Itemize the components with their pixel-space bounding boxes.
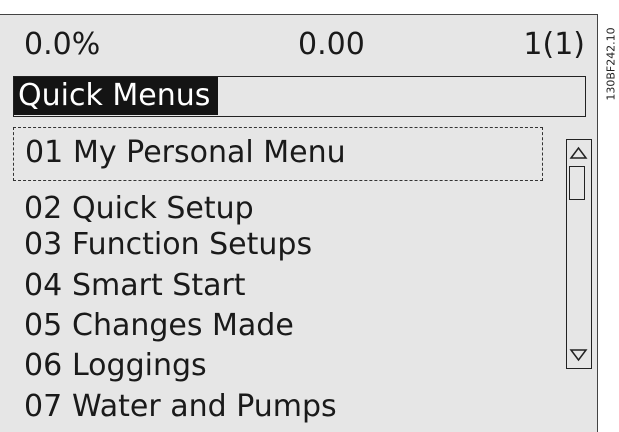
menu-item-function-setups[interactable]: 03 Function Setups <box>24 225 312 265</box>
status-percent: 0.0% <box>24 27 101 62</box>
menu-item-label: My Personal Menu <box>73 135 346 170</box>
scroll-down-icon[interactable] <box>567 344 590 366</box>
menu-item-quick-setup[interactable]: 02 Quick Setup <box>24 189 254 229</box>
menu-item-label: Smart Start <box>72 268 246 303</box>
menu-item-number: 07 <box>24 389 63 424</box>
menu-item-changes-made[interactable]: 05 Changes Made <box>24 306 294 346</box>
lcd-display: 0.0% 0.00 1(1) Quick Menus 01 My Personal… <box>0 14 598 432</box>
menu-title: Quick Menus <box>14 77 219 115</box>
figure-code: 130BF242.10 <box>604 4 618 124</box>
menu-item-number: 01 <box>25 135 64 170</box>
status-value: 0.00 <box>298 27 365 62</box>
menu-item-number: 02 <box>24 191 63 226</box>
menu-item-label: Loggings <box>72 348 207 383</box>
menu-item-number: 06 <box>24 348 63 383</box>
menu-item-number: 05 <box>24 308 63 343</box>
menu-item-label: Changes Made <box>72 308 294 343</box>
menu-item-loggings[interactable]: 06 Loggings <box>24 346 207 386</box>
scroll-up-icon[interactable] <box>567 142 590 164</box>
menu-title-bar: Quick Menus <box>13 76 586 117</box>
menu-item-label: Quick Setup <box>72 191 254 226</box>
scrollbar[interactable] <box>566 139 592 369</box>
menu-item-label: Water and Pumps <box>72 389 337 424</box>
figure-code-text: 130BF242.10 <box>604 27 618 101</box>
menu-item-my-personal-menu[interactable]: 01 My Personal Menu <box>13 127 543 181</box>
scroll-thumb[interactable] <box>569 166 585 200</box>
menu-item-water-and-pumps[interactable]: 07 Water and Pumps <box>24 387 337 427</box>
menu-item-number: 03 <box>24 227 63 262</box>
menu-item-label: Function Setups <box>72 227 313 262</box>
menu-item-number: 04 <box>24 268 63 303</box>
menu-item-smart-start[interactable]: 04 Smart Start <box>24 266 246 306</box>
status-setup: 1(1) <box>523 27 585 62</box>
